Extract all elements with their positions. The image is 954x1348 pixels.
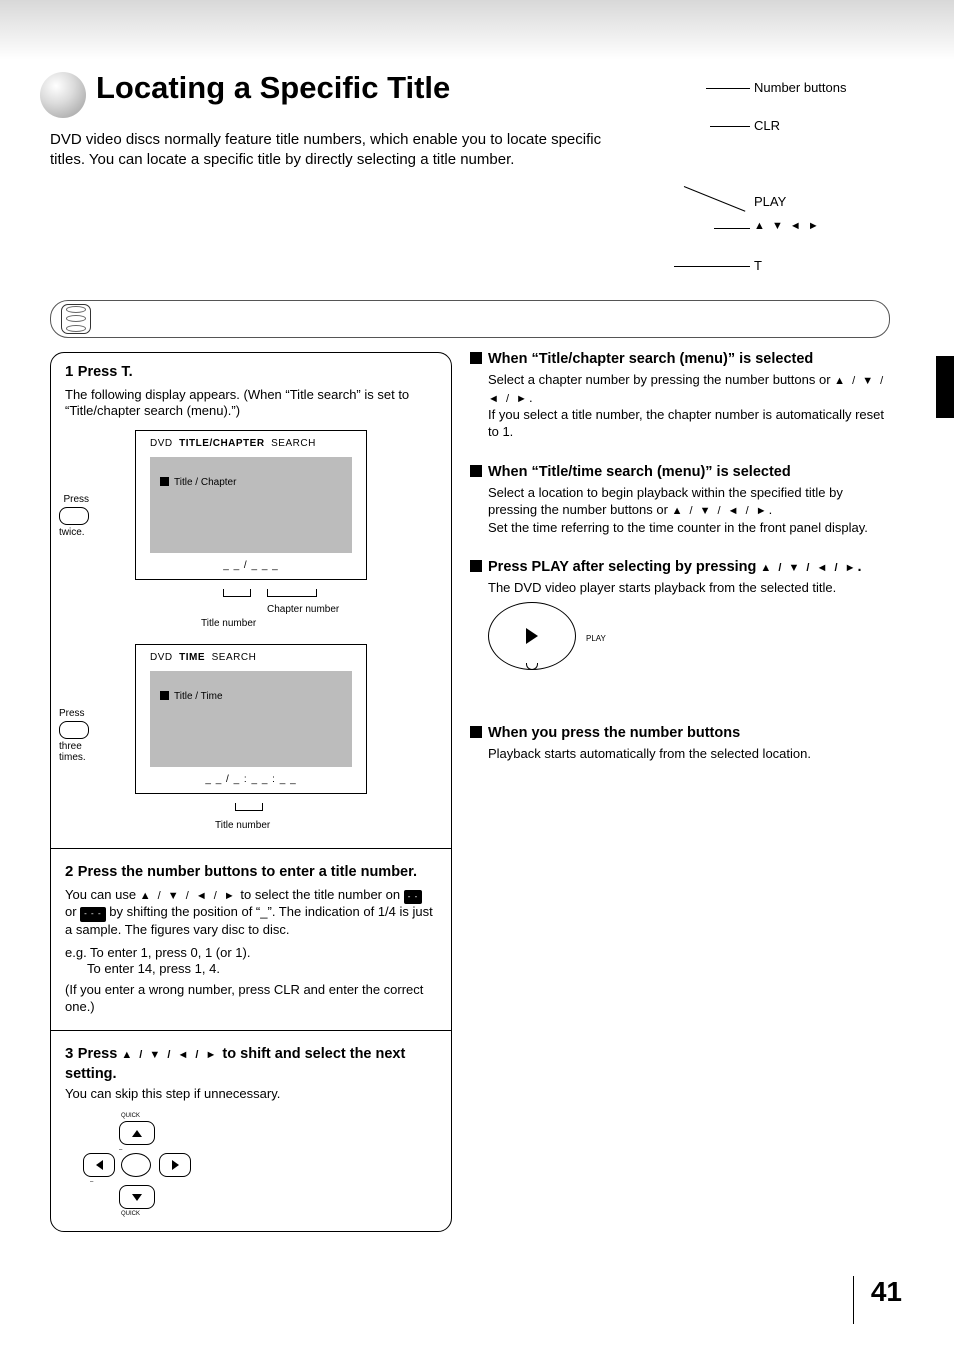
step-1-text: The following display appears. (When “Ti… (65, 387, 437, 421)
dpad-left-icon: – (83, 1153, 115, 1177)
play-label: PLAY (586, 634, 606, 645)
bullet-square-icon (470, 560, 482, 572)
screen2-aside-times: times. (59, 752, 86, 763)
screen2-foot: _ _ / _ : _ _ : _ _ (136, 774, 366, 785)
step-3-text: You can skip this step if unnecessary. (65, 1086, 437, 1103)
pill-dashes-2: - - - (80, 907, 105, 921)
callout-t: T (754, 258, 762, 273)
pill-dashes-1: - - (404, 890, 423, 904)
step-1-heading: Press T. (78, 364, 133, 380)
intro-paragraph: DVD video discs normally feature title n… (50, 130, 630, 171)
right-column: When “Title/chapter search (menu)” is se… (470, 350, 886, 785)
bullet-square-icon (470, 726, 482, 738)
screen1-line: Title / Chapter (174, 477, 236, 488)
callout-arrow-buttons: ▲ ▼ ◄ ► (754, 220, 821, 232)
bullet-square-icon (470, 465, 482, 477)
section-bullet-sphere (40, 72, 86, 118)
screen2-frame: DVD TIME SEARCH Title / Time _ _ / _ : _… (135, 644, 367, 794)
dpad-up-icon (119, 1121, 155, 1145)
screen2-aside-press: Press (59, 708, 89, 719)
page-title: Locating a Specific Title (96, 70, 450, 106)
r4-heading: When you press the number buttons (488, 725, 740, 741)
dpad-diagram: – QUICK QUICK – (77, 1117, 197, 1213)
screen1-bracket-title: Title number (201, 618, 256, 629)
screen1-foot: _ _ / _ _ _ (136, 560, 366, 571)
step-1-number: 1 (65, 363, 73, 380)
step-2-heading: Press the number buttons to enter a titl… (78, 864, 417, 880)
step-2-note: (If you enter a wrong number, press CLR … (65, 982, 437, 1016)
screen1-aside-twice: twice. (59, 527, 89, 538)
page-number: 41 (871, 1276, 902, 1308)
dpad-center-icon (121, 1153, 151, 1177)
step-2-example-a: e.g. To enter 1, press 0, 1 (or 1). (65, 945, 437, 962)
top-gradient (0, 0, 954, 60)
footer-rule (853, 1276, 854, 1324)
screen1-bracket-chapter: Chapter number (267, 604, 339, 615)
dpad-down-icon (119, 1185, 155, 1209)
screen2-bracket-title: Title number (215, 820, 270, 831)
callout-clr: CLR (754, 118, 780, 133)
disc-types-icon (61, 304, 91, 334)
dpad-right-icon (159, 1153, 191, 1177)
step-3-number: 3 (65, 1045, 73, 1062)
callout-play: PLAY (754, 194, 786, 209)
screen1-title-highlight: TITLE/CHAPTER (179, 438, 264, 449)
screen2-aside-three: three (59, 741, 82, 752)
osd-bullet-icon (160, 691, 169, 700)
r3-sub: The DVD video player starts playback fro… (488, 579, 886, 596)
disc-type-bar (50, 300, 890, 338)
screen1-frame: DVD TITLE/CHAPTER SEARCH Title / Chapter… (135, 430, 367, 580)
callout-number-buttons: Number buttons (754, 80, 847, 95)
r1-heading: When “Title/chapter search (menu)” is se… (488, 351, 813, 367)
r2-heading: When “Title/time search (menu)” is selec… (488, 464, 791, 480)
play-button-icon (488, 602, 576, 670)
r4-sub: Playback starts automatically from the s… (488, 745, 886, 762)
section-edge-tab (936, 356, 954, 418)
osd-bullet-icon (160, 477, 169, 486)
screen2-aside-button-icon (59, 721, 89, 739)
step-2-example-b: To enter 14, press 1, 4. (87, 961, 437, 978)
screen1-aside-button-icon (59, 507, 89, 525)
screen2-line: Title / Time (174, 691, 223, 702)
screen1-aside-press: Press (59, 494, 89, 505)
step-2-number: 2 (65, 863, 73, 880)
screen2-title-highlight: TIME (179, 652, 205, 663)
remote-diagram: Number buttons CLR ▲ ▼ ◄ ► PLAY T (630, 68, 930, 278)
steps-column: 1 Press T. The following display appears… (50, 352, 452, 1232)
bullet-square-icon (470, 352, 482, 364)
